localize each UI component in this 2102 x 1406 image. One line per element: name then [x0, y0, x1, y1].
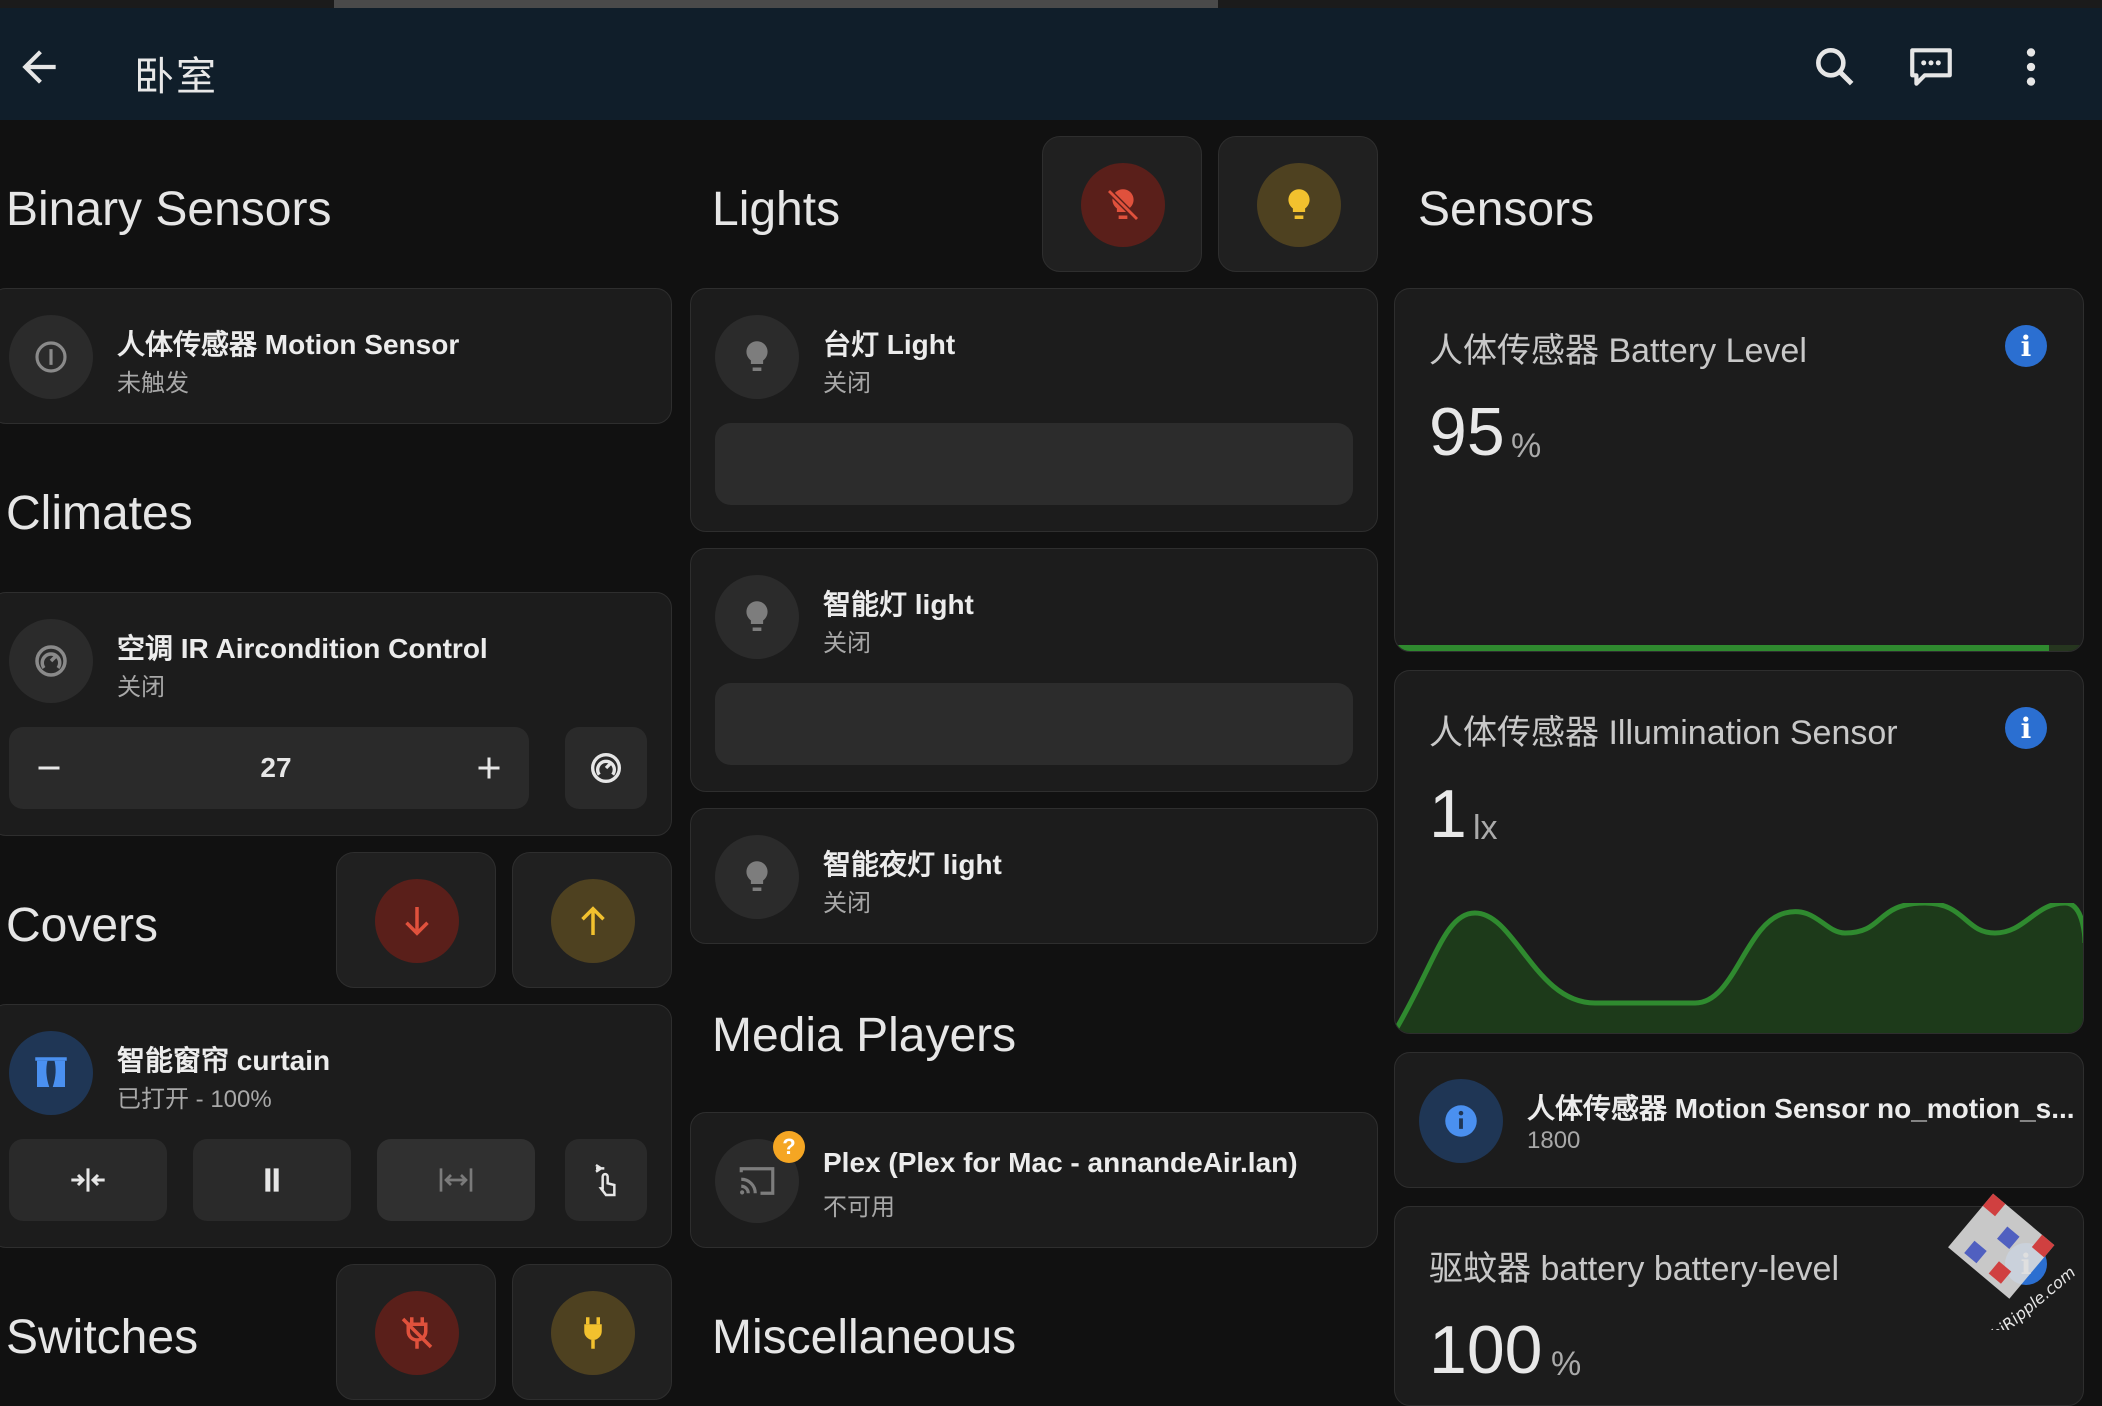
climate-card[interactable]: 空调 IR Aircondition Control 关闭 27: [0, 592, 672, 836]
illumination-card[interactable]: 人体传感器 Illumination Sensor i 1 lx: [1394, 670, 2084, 1034]
battery-level-card[interactable]: 人体传感器 Battery Level i 95 %: [1394, 288, 2084, 652]
cover-card[interactable]: 智能窗帘 curtain 已打开 - 100%: [0, 1004, 672, 1248]
hvac-mode-button[interactable]: [565, 727, 647, 809]
target-temperature: 27: [260, 752, 292, 783]
curtain-close-button[interactable]: [9, 1139, 167, 1221]
entity-state: 未触发: [117, 370, 189, 397]
sensor-unit: %: [1551, 1345, 1582, 1383]
lights-off-all-tile[interactable]: [1042, 136, 1202, 272]
entity-state: 不可用: [823, 1194, 895, 1221]
lightbulb-icon: [1257, 163, 1341, 247]
switches-off-all-tile[interactable]: [336, 1264, 496, 1400]
curtain-pause-button[interactable]: [193, 1139, 351, 1221]
sensor-value: 100: [1429, 1312, 1543, 1388]
no-motion-card[interactable]: 人体传感器 Motion Sensor no_motion_s... 1800: [1394, 1052, 2084, 1188]
thermostat-off-icon: [9, 619, 93, 703]
covers-close-all-tile[interactable]: [336, 852, 496, 988]
sensor-title: 人体传感器 Illumination Sensor: [1429, 714, 1898, 752]
sensor-value: 95: [1429, 394, 1505, 470]
entity-name: 人体传感器 Motion Sensor no_motion_s...: [1527, 1093, 2075, 1124]
brightness-slider[interactable]: [715, 423, 1353, 505]
entity-name: 台灯 Light: [823, 329, 956, 360]
temperature-stepper: 27: [9, 727, 529, 809]
arrow-down-icon: [375, 879, 459, 963]
binary-sensor-card[interactable]: 人体传感器 Motion Sensor 未触发: [0, 288, 672, 424]
sensor-unit: %: [1511, 427, 1542, 465]
sensor-value: 1: [1429, 776, 1467, 852]
covers-open-all-tile[interactable]: [512, 852, 672, 988]
media-player-card[interactable]: ? Plex (Plex for Mac - annandeAir.lan) 不…: [690, 1112, 1378, 1248]
section-miscellaneous: Miscellaneous: [712, 1311, 1017, 1364]
entity-state: 1800: [1527, 1127, 1581, 1154]
entity-state: 已打开 - 100%: [117, 1086, 272, 1113]
battery-level-bar: [1395, 645, 2083, 651]
light-card-1[interactable]: 台灯 Light 关闭: [690, 288, 1378, 532]
section-covers: Covers: [6, 899, 159, 952]
power-plug-off-icon: [375, 1291, 459, 1375]
info-icon[interactable]: i: [2005, 325, 2047, 367]
lightbulb-icon: [715, 315, 799, 399]
sensor-unit: lx: [1473, 809, 1498, 847]
entity-name: 人体传感器 Motion Sensor: [117, 329, 460, 360]
top-strip-segment: [334, 0, 1218, 8]
unavailable-badge: ?: [773, 1131, 805, 1163]
info-icon[interactable]: i: [2005, 707, 2047, 749]
light-card-3[interactable]: 智能夜灯 light 关闭: [690, 808, 1378, 944]
info-circle-icon: [1419, 1079, 1503, 1163]
lights-on-all-tile[interactable]: [1218, 136, 1378, 272]
switches-on-all-tile[interactable]: [512, 1264, 672, 1400]
lightbulb-icon: [715, 575, 799, 659]
app-bar: 卧室: [0, 8, 2102, 120]
curtains-open-icon: [9, 1031, 93, 1115]
top-strip: [0, 0, 2102, 8]
power-plug-icon: [551, 1291, 635, 1375]
section-lights: Lights: [712, 183, 841, 236]
entity-name: 空调 IR Aircondition Control: [117, 633, 488, 664]
lightbulb-off-icon: [1081, 163, 1165, 247]
battery-level-fill: [1395, 645, 2049, 651]
entity-state: 关闭: [823, 370, 871, 397]
back-arrow-icon[interactable]: [14, 42, 64, 92]
entity-state: 关闭: [823, 890, 871, 917]
entity-name: 智能灯 light: [823, 589, 974, 620]
entity-state: 关闭: [117, 674, 165, 701]
entity-name: 智能夜灯 light: [823, 849, 1002, 880]
arrow-up-icon: [551, 879, 635, 963]
brightness-slider[interactable]: [715, 683, 1353, 765]
sensor-title: 驱蚊器 battery battery-level: [1429, 1250, 1840, 1288]
search-icon[interactable]: [1810, 42, 1860, 92]
section-binary-sensors: Binary Sensors: [6, 183, 332, 236]
curtain-open-button[interactable]: [377, 1139, 535, 1221]
more-vertical-icon[interactable]: [2006, 42, 2056, 92]
curtain-position-button[interactable]: [565, 1139, 647, 1221]
hiripple-watermark-logo: hiRipple.com: [1948, 1193, 2078, 1330]
illumination-history-graph: [1395, 903, 2083, 1033]
section-switches: Switches: [6, 1311, 199, 1364]
section-sensors: Sensors: [1418, 183, 1595, 236]
page-title: 卧室: [134, 55, 218, 99]
entity-name: 智能窗帘 curtain: [117, 1045, 331, 1076]
assist-chat-icon[interactable]: [1906, 42, 1956, 92]
entity-name: Plex (Plex for Mac - annandeAir.lan): [823, 1147, 1298, 1178]
light-card-2[interactable]: 智能灯 light 关闭: [690, 548, 1378, 792]
increase-temp-button[interactable]: [471, 750, 507, 786]
section-climates: Climates: [6, 487, 193, 540]
sensor-title: 人体传感器 Battery Level: [1429, 332, 1807, 370]
motion-sensor-icon: [9, 315, 93, 399]
entity-state: 关闭: [823, 630, 871, 657]
section-media-players: Media Players: [712, 1009, 1017, 1062]
lightbulb-icon: [715, 835, 799, 919]
decrease-temp-button[interactable]: [31, 750, 67, 786]
